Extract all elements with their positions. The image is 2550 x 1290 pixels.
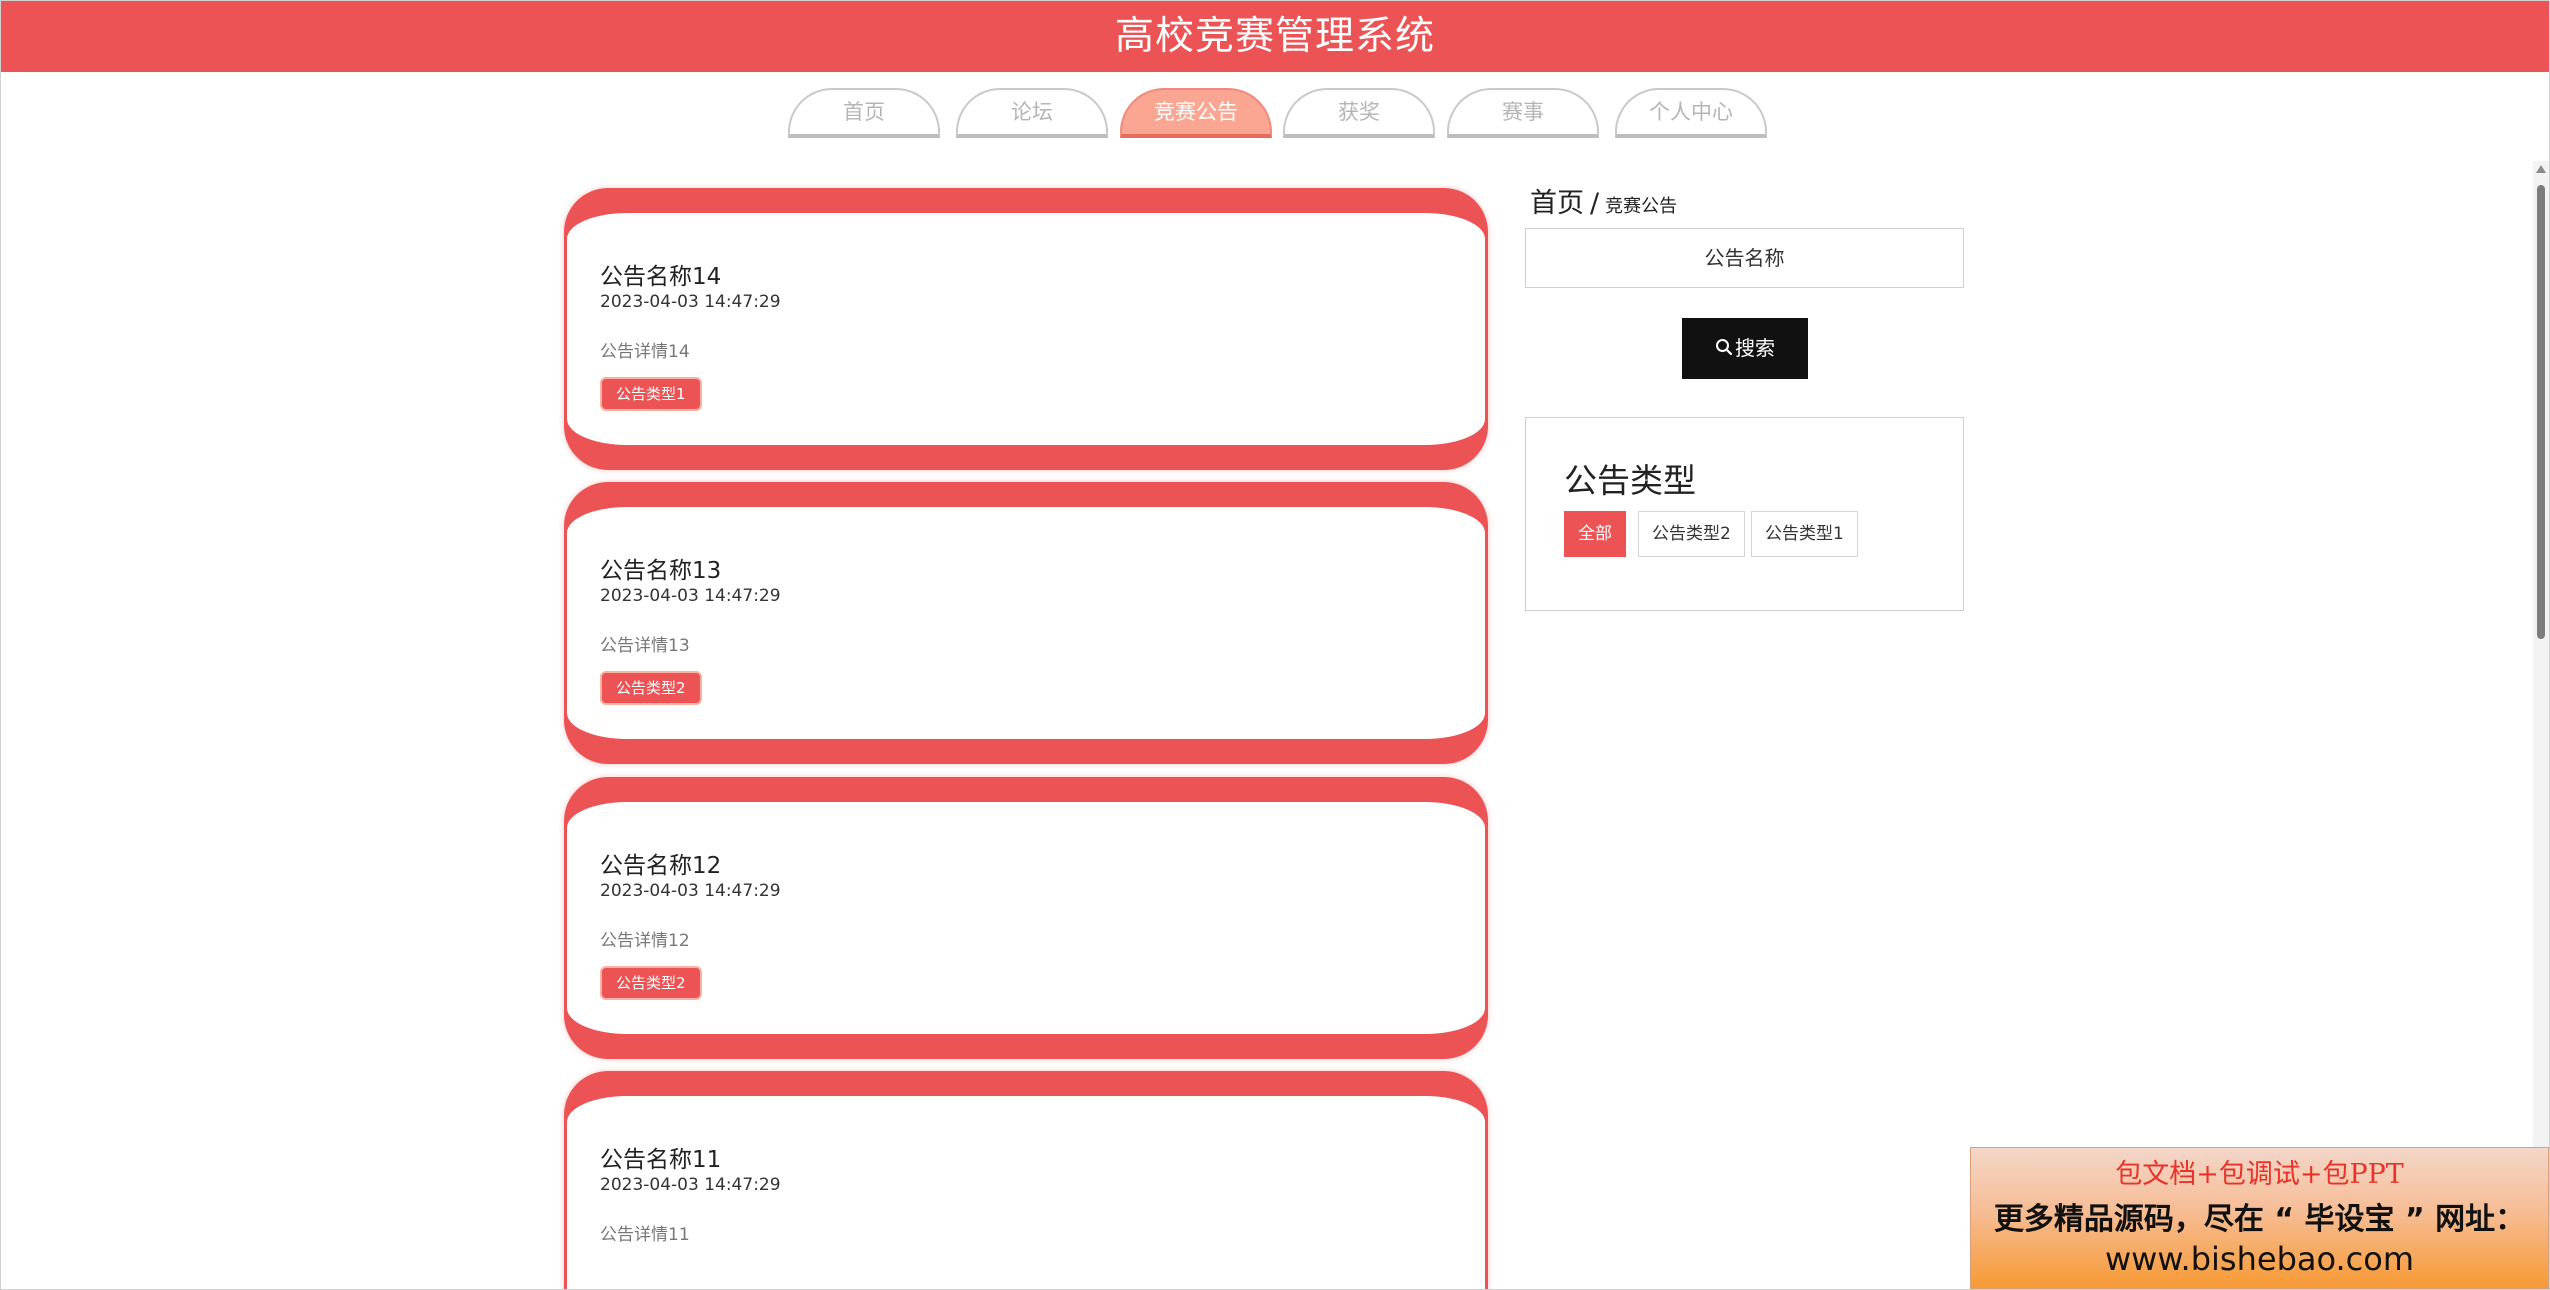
promo-banner[interactable]: 包文档+包调试+包PPT 更多精品源码，尽在 “ 毕设宝 ” 网址： www.b… bbox=[1970, 1147, 2549, 1289]
breadcrumb-separator: / bbox=[1590, 188, 1600, 219]
notice-time: 2023-04-03 14:47:29 bbox=[600, 1175, 781, 1195]
notice-card[interactable]: 公告名称12 2023-04-03 14:47:29 公告详情12 公告类型2 bbox=[564, 777, 1488, 1059]
tab-forum[interactable]: 论坛 bbox=[956, 88, 1108, 138]
notice-card-body: 公告名称13 2023-04-03 14:47:29 公告详情13 公告类型2 bbox=[567, 507, 1485, 739]
tab-awards[interactable]: 获奖 bbox=[1283, 88, 1435, 138]
promo-url[interactable]: www.bishebao.com bbox=[1971, 1240, 2548, 1278]
notice-detail: 公告详情13 bbox=[600, 636, 690, 656]
notice-detail: 公告详情12 bbox=[600, 931, 690, 951]
notice-time: 2023-04-03 14:47:29 bbox=[600, 292, 781, 312]
notice-title[interactable]: 公告名称12 bbox=[600, 846, 721, 880]
filter-title: 公告类型 bbox=[1564, 461, 1696, 500]
filter-chip-type2[interactable]: 公告类型2 bbox=[1638, 511, 1745, 557]
promo-line-2: 更多精品源码，尽在 “ 毕设宝 ” 网址： bbox=[1993, 1202, 2526, 1237]
notice-title[interactable]: 公告名称11 bbox=[600, 1140, 721, 1174]
main-nav: 首页 论坛 竞赛公告 获奖 赛事 个人中心 bbox=[1, 88, 2549, 138]
browser-page: 高校竞赛管理系统 首页 论坛 竞赛公告 获奖 赛事 个人中心 公告名称14 20… bbox=[0, 0, 2550, 1290]
filter-chip-type1[interactable]: 公告类型1 bbox=[1751, 511, 1858, 557]
notice-card-body: 公告名称11 2023-04-03 14:47:29 公告详情11 bbox=[567, 1096, 1485, 1289]
tab-events[interactable]: 赛事 bbox=[1447, 88, 1599, 138]
tab-home[interactable]: 首页 bbox=[788, 88, 940, 138]
notice-name-search-input[interactable] bbox=[1525, 228, 1964, 288]
notice-title[interactable]: 公告名称13 bbox=[600, 551, 721, 585]
page-scrollbar[interactable] bbox=[2533, 161, 2549, 1289]
tab-competition-notice[interactable]: 竞赛公告 bbox=[1120, 88, 1272, 138]
tab-personal-center[interactable]: 个人中心 bbox=[1615, 88, 1767, 138]
app-title: 高校竞赛管理系统 bbox=[1, 1, 2549, 72]
notice-card[interactable]: 公告名称13 2023-04-03 14:47:29 公告详情13 公告类型2 bbox=[564, 482, 1488, 764]
scrollbar-thumb[interactable] bbox=[2537, 185, 2545, 639]
notice-title[interactable]: 公告名称14 bbox=[600, 257, 721, 291]
notice-detail: 公告详情11 bbox=[600, 1225, 690, 1245]
breadcrumb: 首页 / 竞赛公告 bbox=[1530, 181, 1677, 220]
breadcrumb-current: 竞赛公告 bbox=[1605, 196, 1678, 217]
notice-detail: 公告详情14 bbox=[600, 342, 690, 362]
notice-type-badge: 公告类型2 bbox=[600, 966, 702, 1000]
search-icon bbox=[1715, 319, 1733, 380]
notice-type-filter: 公告类型 全部 公告类型2 公告类型1 bbox=[1525, 417, 1964, 611]
promo-line-1: 包文档+包调试+包PPT bbox=[2115, 1159, 2404, 1190]
notice-card[interactable]: 公告名称11 2023-04-03 14:47:29 公告详情11 bbox=[564, 1071, 1488, 1289]
breadcrumb-home[interactable]: 首页 bbox=[1530, 188, 1584, 219]
notice-type-badge: 公告类型2 bbox=[600, 671, 702, 705]
notice-type-badge: 公告类型1 bbox=[600, 377, 702, 411]
search-button-label: 搜索 bbox=[1735, 336, 1775, 360]
notice-time: 2023-04-03 14:47:29 bbox=[600, 586, 781, 606]
notice-card[interactable]: 公告名称14 2023-04-03 14:47:29 公告详情14 公告类型1 bbox=[564, 188, 1488, 470]
notice-time: 2023-04-03 14:47:29 bbox=[600, 881, 781, 901]
search-button[interactable]: 搜索 bbox=[1682, 318, 1808, 379]
scroll-up-arrow-icon[interactable] bbox=[2536, 165, 2546, 173]
notice-card-body: 公告名称12 2023-04-03 14:47:29 公告详情12 公告类型2 bbox=[567, 802, 1485, 1034]
notice-card-body: 公告名称14 2023-04-03 14:47:29 公告详情14 公告类型1 bbox=[567, 213, 1485, 445]
filter-chip-all[interactable]: 全部 bbox=[1564, 511, 1626, 557]
